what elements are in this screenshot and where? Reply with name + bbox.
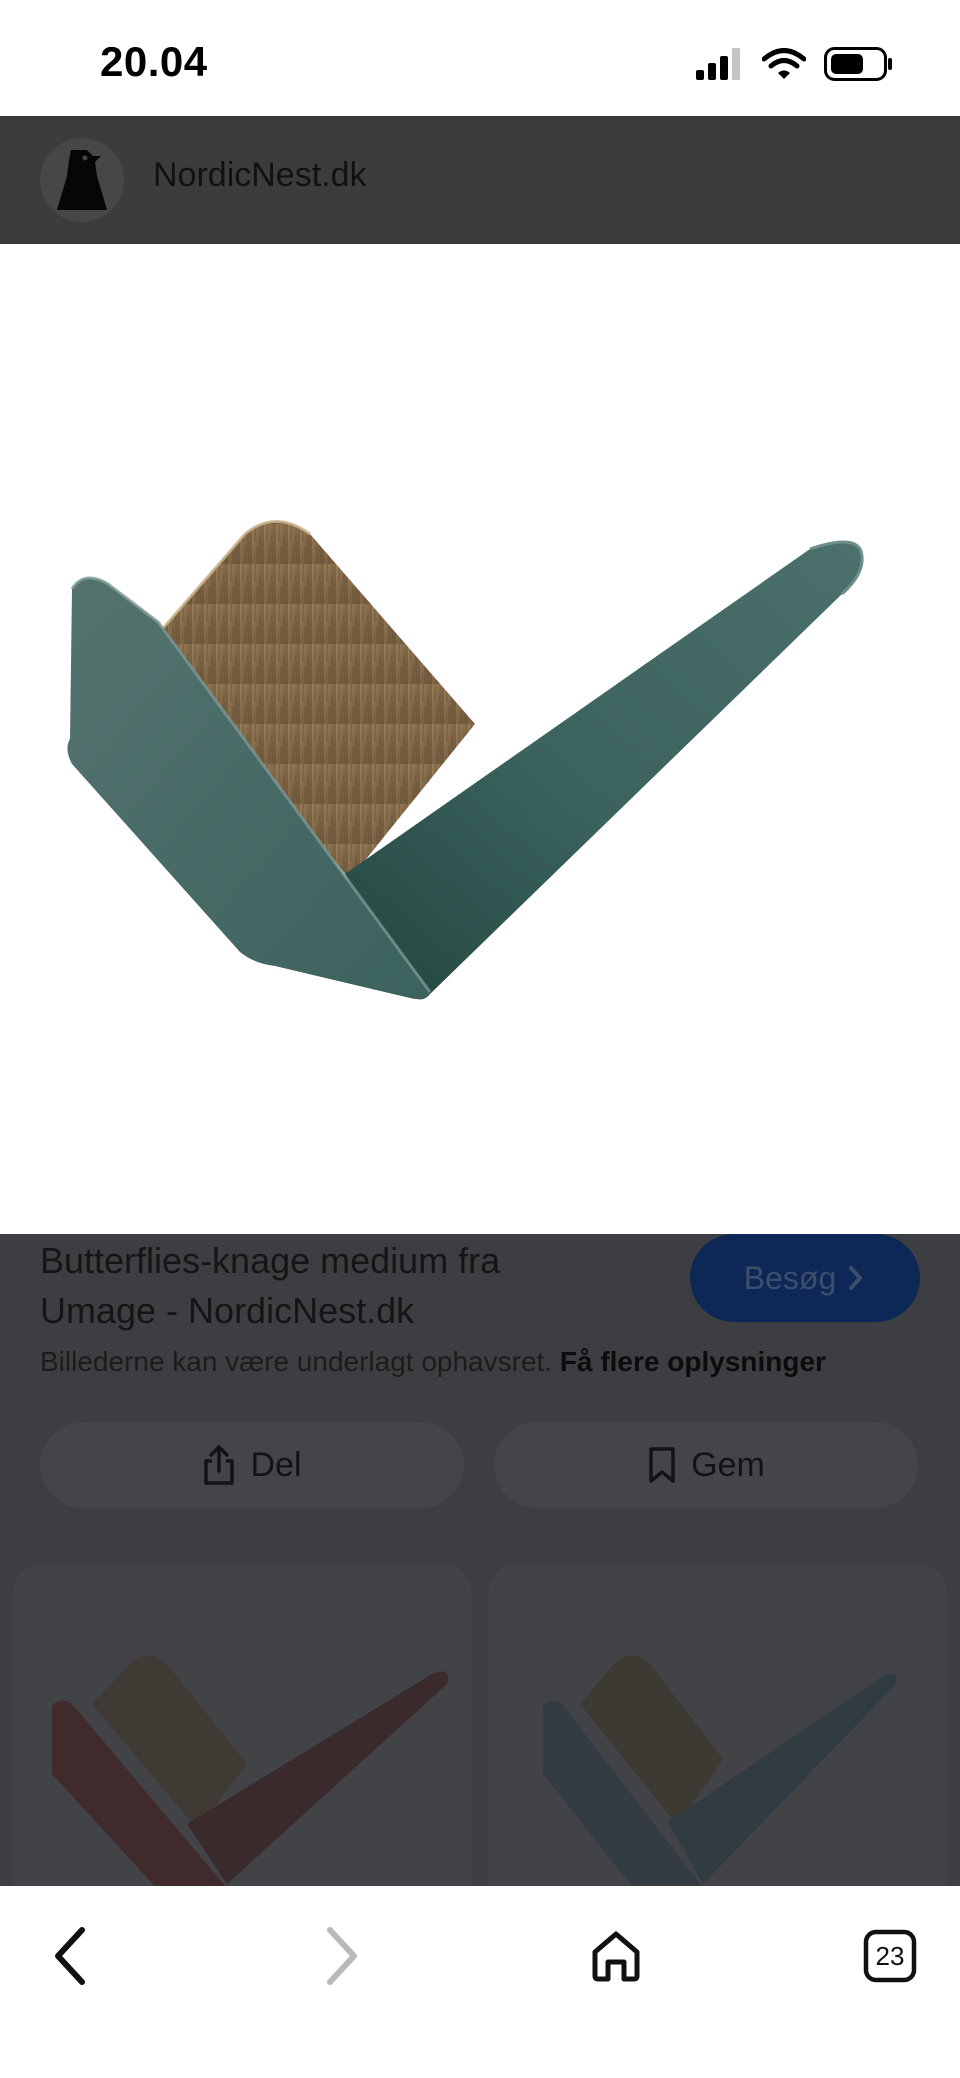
status-time: 20.04 — [100, 38, 208, 85]
status-icons — [696, 44, 894, 84]
related-image-card-blue[interactable] — [488, 1564, 948, 1886]
related-image-card-red[interactable] — [12, 1564, 472, 1886]
save-label: Gem — [691, 1445, 765, 1484]
visit-button[interactable]: Besøg — [690, 1234, 920, 1322]
site-header[interactable]: NordicNest.dk — [0, 116, 960, 244]
tabs-icon: 23 — [863, 1929, 917, 1983]
nordic-nest-logo-icon — [40, 138, 124, 222]
home-button[interactable] — [576, 1916, 656, 1996]
tabs-button[interactable]: 23 — [850, 1916, 930, 1996]
save-button[interactable]: Gem — [494, 1422, 918, 1508]
result-panel: Butterflies-knage medium fra Umage - Nor… — [0, 1234, 960, 1886]
forward-arrow-icon — [327, 1927, 357, 1985]
status-bar: 20.04 — [0, 0, 960, 116]
back-button[interactable] — [30, 1916, 110, 1996]
battery-icon — [824, 47, 892, 81]
tabs-count: 23 — [876, 1941, 905, 1971]
more-info-link[interactable]: Få flere oplysninger — [560, 1346, 826, 1377]
share-icon — [204, 1445, 235, 1485]
blue-hook-thumbnail — [543, 1655, 897, 1886]
browser-bottom-toolbar: 23 — [0, 1886, 960, 2078]
forward-button[interactable] — [302, 1916, 382, 1996]
hero-image[interactable] — [0, 244, 960, 1234]
copyright-notice: Billederne kan være underlagt ophavsret.… — [40, 1346, 826, 1378]
copyright-text: Billederne kan være underlagt ophavsret. — [40, 1346, 553, 1377]
share-button[interactable]: Del — [40, 1422, 464, 1508]
wifi-icon — [762, 48, 806, 79]
share-label: Del — [250, 1445, 302, 1484]
site-name: NordicNest.dk — [153, 156, 367, 194]
back-arrow-icon — [55, 1927, 85, 1985]
visit-button-label: Besøg — [743, 1259, 837, 1296]
product-image — [67, 520, 864, 1000]
chevron-right-icon — [849, 1266, 863, 1290]
result-title[interactable]: Butterflies-knage medium fra Umage - Nor… — [40, 1236, 600, 1336]
bookmark-icon — [649, 1447, 675, 1483]
red-hook-thumbnail — [52, 1655, 448, 1886]
home-icon — [592, 1931, 640, 1982]
cellular-signal-icon — [696, 48, 740, 80]
